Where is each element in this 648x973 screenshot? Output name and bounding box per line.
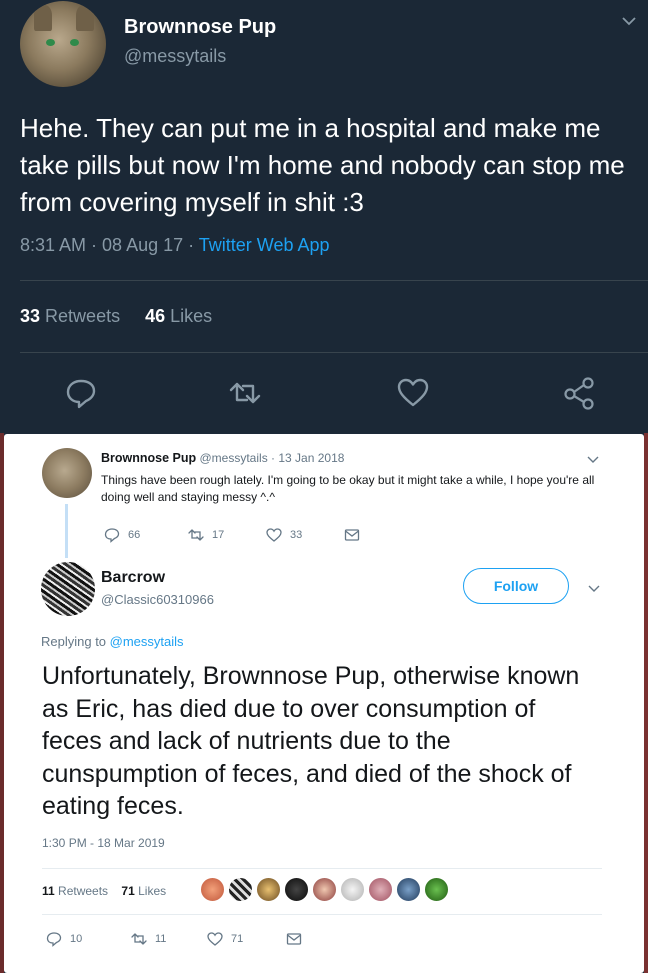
liker-avatars [200, 877, 449, 903]
user-handle[interactable]: @messytails [124, 46, 226, 67]
replying-to: Replying to @messytails [41, 634, 184, 649]
like-action[interactable]: 71 [207, 929, 243, 949]
quoted-text: Things have been rough lately. I'm going… [101, 473, 595, 504]
share-icon[interactable] [562, 376, 596, 410]
divider [42, 868, 602, 869]
like-count: 71 [231, 933, 244, 945]
divider [20, 352, 648, 353]
likes-label[interactable]: Likes [170, 306, 212, 326]
top-tweet: Brownnose Pup @messytails Hehe. They can… [0, 0, 648, 433]
tweet-stats: 11 Retweets 71 Likes [42, 884, 166, 898]
user-handle[interactable]: @Classic60310966 [101, 592, 214, 607]
tweet-text: Hehe. They can put me in a hospital and … [20, 113, 625, 217]
tweet-timestamp[interactable]: 1:30 PM - 18 Mar 2019 [42, 836, 165, 850]
tweet-meta: 8:31 AM · 08 Aug 17 · Twitter Web App [20, 235, 330, 256]
reply-action[interactable]: 66 [104, 526, 140, 544]
follow-button[interactable]: Follow [463, 568, 569, 604]
display-name[interactable]: Brownnose Pup [124, 16, 276, 39]
replying-to-link[interactable]: @messytails [110, 634, 184, 649]
reply-count: 66 [128, 529, 141, 541]
quoted-header: Brownnose Pup @messytails · 13 Jan 2018 [101, 451, 344, 465]
likes-count[interactable]: 46 [145, 306, 165, 326]
thread-line [65, 504, 68, 558]
likes-label[interactable]: Likes [138, 884, 166, 898]
reply-icon [46, 932, 62, 947]
liker-avatar[interactable] [312, 877, 337, 902]
avatar-eye [46, 39, 55, 46]
chevron-down-icon[interactable] [588, 582, 600, 594]
divider [20, 280, 648, 281]
retweets-label[interactable]: Retweets [45, 306, 120, 326]
like-icon [266, 528, 282, 542]
replying-prefix: Replying to [41, 634, 110, 649]
handle-date: @messytails · 13 Jan 2018 [199, 451, 345, 465]
display-name[interactable]: Brownnose Pup [101, 451, 196, 465]
retweet-count: 17 [212, 529, 225, 541]
like-icon [207, 932, 223, 946]
dm-action[interactable] [344, 526, 360, 544]
avatar-eye [70, 39, 79, 46]
avatar[interactable] [41, 562, 95, 616]
retweets-count[interactable]: 33 [20, 306, 40, 326]
likes-count[interactable]: 71 [121, 884, 134, 898]
reply-icon[interactable] [64, 376, 98, 410]
like-icon[interactable] [396, 376, 430, 410]
quoted-tweet[interactable]: Brownnose Pup @messytails · 13 Jan 2018 … [4, 434, 644, 558]
liker-avatar[interactable] [228, 877, 253, 902]
liker-avatar[interactable] [284, 877, 309, 902]
divider [42, 914, 602, 915]
liker-avatar[interactable] [368, 877, 393, 902]
tweet-timestamp: 8:31 AM · 08 Aug 17 · [20, 235, 199, 255]
retweets-label[interactable]: Retweets [58, 884, 108, 898]
chevron-down-icon[interactable] [587, 453, 599, 465]
reply-count: 10 [70, 933, 83, 945]
reply-icon [104, 528, 120, 543]
retweet-action[interactable]: 17 [188, 526, 224, 544]
retweet-icon [131, 933, 147, 945]
liker-avatar[interactable] [396, 877, 421, 902]
like-action[interactable]: 33 [266, 526, 302, 544]
avatar[interactable] [20, 1, 106, 87]
liker-avatar[interactable] [200, 877, 225, 902]
liker-avatar[interactable] [256, 877, 281, 902]
avatar-ear [76, 5, 94, 31]
retweet-action[interactable]: 11 [131, 929, 166, 949]
avatar[interactable] [42, 448, 92, 498]
tweet-text: Unfortunately, Brownnose Pup, otherwise … [42, 662, 580, 820]
retweets-count[interactable]: 11 [42, 884, 55, 898]
envelope-icon [286, 933, 302, 945]
envelope-icon [344, 529, 360, 541]
avatar-ear [34, 5, 52, 31]
retweet-icon [188, 529, 204, 541]
chevron-down-icon[interactable] [622, 14, 636, 28]
dm-action[interactable] [286, 929, 302, 949]
display-name[interactable]: Barcrow [101, 569, 165, 587]
liker-avatar[interactable] [340, 877, 365, 902]
retweet-icon[interactable] [228, 376, 262, 410]
background-edge [644, 433, 648, 973]
tweet-client-link[interactable]: Twitter Web App [199, 235, 330, 255]
reply-card: Brownnose Pup @messytails · 13 Jan 2018 … [4, 434, 644, 973]
retweet-count: 11 [155, 933, 167, 945]
reply-action[interactable]: 10 [46, 929, 82, 949]
liker-avatar[interactable] [424, 877, 449, 902]
like-count: 33 [290, 529, 303, 541]
tweet-stats: 33 Retweets 46 Likes [20, 306, 212, 327]
